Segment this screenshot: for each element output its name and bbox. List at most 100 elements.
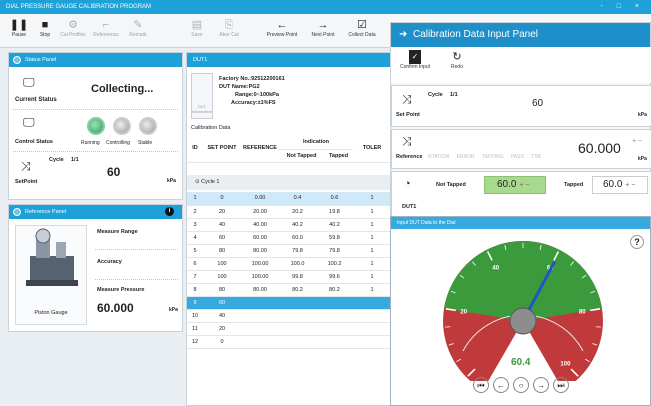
reference-panel-title: Reference Panel (25, 209, 66, 215)
save-label: Save (191, 32, 203, 38)
stop-label: Stop (39, 32, 51, 38)
accuracy-label: Accuracy (97, 259, 122, 265)
gauge-icon: ◔ (404, 178, 411, 190)
gauge-tick-label: 20 (460, 310, 467, 316)
table-row[interactable]: 11 20 (187, 322, 391, 336)
factory-no: Factory No.:92512200161 (219, 76, 285, 82)
first-point-button[interactable]: ⏮ (473, 377, 489, 393)
redo-label: Redo (451, 64, 463, 70)
remark-label: Remark (129, 32, 147, 38)
table-row[interactable]: 12 0 (187, 335, 391, 349)
table-cell (316, 322, 353, 336)
panel-icon (13, 56, 21, 64)
set-point-unit: kPa (638, 112, 647, 118)
setpoint-unit: kPa (167, 178, 176, 184)
table-row[interactable]: 5 80 80.00 79.8 79.8 1 (187, 244, 391, 258)
last-point-button[interactable]: ⏭ (553, 377, 569, 393)
measure-pressure-value: 60.000 (97, 301, 134, 315)
references-button[interactable]: ⌐ References (90, 18, 122, 38)
table-row[interactable]: 1 0 0.00 0.4 0.6 1 (187, 192, 391, 206)
table-cell: 40.2 (279, 218, 316, 232)
next-point-nav-button[interactable]: → (533, 377, 549, 393)
info-icon[interactable]: i (165, 207, 174, 216)
window-controls[interactable]: - □ × (600, 0, 645, 14)
ghost-header: TSB (531, 154, 541, 160)
reference-device-card[interactable]: Piston Gauge (15, 225, 87, 325)
gauge-tick-label: 40 (492, 266, 499, 272)
save-button[interactable]: ▤ Save (186, 18, 208, 38)
arrow-left-icon: ← (276, 19, 288, 31)
table-cell: 60 (203, 231, 241, 245)
arrow-right-icon: → (317, 19, 329, 31)
table-cell (353, 335, 391, 349)
stop-button[interactable]: ■ Stop (34, 18, 56, 38)
pause-button[interactable]: ❚❚ Pause (8, 18, 30, 38)
table-row[interactable]: 7 100 100.00 99.8 99.6 1 (187, 270, 391, 284)
abort-cal-button[interactable]: ⎘ Abor Cal (214, 18, 244, 38)
col-tolerance: TOLER (353, 135, 391, 163)
collapse-icon[interactable]: ⊙ (195, 179, 200, 185)
table-cell: 80.00 (241, 244, 279, 258)
table-row[interactable]: 4 60 60.00 60.0 59.8 1 (187, 231, 391, 245)
remark-button[interactable]: ✎ Remark (124, 18, 152, 38)
device-name: Piston Gauge (34, 310, 68, 316)
dut-range: Range:0~100kPa (235, 92, 279, 98)
dut-accuracy: Accuracy:±1%FS (231, 100, 276, 106)
cycle-value: 1/1 (450, 92, 458, 98)
cal-profiles-button[interactable]: ⚙ Cal Profiles (58, 18, 88, 38)
cal-profiles-label: Cal Profiles (60, 32, 86, 38)
redo-button[interactable]: ↻ Redo (447, 50, 467, 70)
tapped-input[interactable]: 60.0 + − (592, 176, 648, 194)
col-indication: Indication (279, 135, 353, 150)
table-cell: 80 (203, 244, 241, 258)
table-cell: 40.00 (241, 218, 279, 232)
table-cell: 100.00 (241, 270, 279, 284)
table-row[interactable]: 6 100 100.00 100.0 100.2 1 (187, 257, 391, 271)
table-row[interactable]: 3 40 40.00 40.2 40.2 1 (187, 218, 391, 232)
preview-point-label: Preview Point (266, 32, 298, 38)
window-title: DIAL PRESSURE GAUGE CALIBRATION PROGRAM (6, 4, 152, 10)
abort-icon: ⎘ (224, 19, 234, 31)
cycle-group-header[interactable]: ⊙ Cycle 1 (187, 175, 391, 190)
table-cell: 3 (187, 218, 203, 232)
gauge-popup-title: Input DUT Data to the Dial (397, 220, 456, 226)
control-status-label: Control Status (15, 139, 53, 145)
home-button[interactable]: ○ (513, 377, 529, 393)
table-row[interactable]: 10 40 (187, 309, 391, 323)
gauge-zone-under (443, 321, 523, 381)
table-cell (279, 322, 316, 336)
dut-info-thumbnail[interactable]: DUT Information (191, 73, 213, 119)
previous-point-button[interactable]: ← (493, 377, 509, 393)
help-button[interactable]: ? (630, 235, 644, 249)
stop-icon: ■ (41, 19, 49, 31)
table-row[interactable]: 9 60 (187, 296, 391, 310)
pause-label: Pause (11, 32, 27, 38)
shuffle-icon: ⤨ (402, 92, 412, 106)
reference-value: 60.000 (578, 140, 621, 156)
table-cell: 100.0 (279, 257, 316, 271)
table-row[interactable]: 8 80 80.00 80.2 80.2 1 (187, 283, 391, 297)
table-row[interactable]: 2 20 20.00 20.2 19.8 1 (187, 205, 391, 219)
dut-row: ◔ DUT1 Not Tapped 60.0 + − Tapped 60.0 +… (391, 171, 651, 217)
next-point-label: Next Point (311, 32, 335, 38)
tapped-stepper[interactable]: + − (625, 182, 635, 189)
table-cell: 100.00 (241, 257, 279, 271)
collect-data-button[interactable]: ☑ Collect Data (342, 18, 382, 38)
confirm-input-button[interactable]: ✓ Confirm Input (397, 50, 433, 70)
preview-point-button[interactable]: ← Preview Point (262, 18, 302, 38)
reference-label: Reference (396, 154, 423, 160)
col-set-point: SET POINT (203, 135, 241, 163)
not-tapped-input[interactable]: 60.0 + − (484, 176, 546, 194)
status-panel-title: Status Panel (25, 57, 57, 63)
gauge-reading: 60.4 (511, 357, 531, 368)
calibration-table: ID SET POINT REFERENCE Indication TOLER … (187, 135, 391, 163)
pause-icon: ❚❚ (9, 19, 29, 31)
not-tapped-stepper[interactable]: + − (519, 182, 529, 189)
table-cell: 11 (187, 322, 203, 336)
setpoint-row: ⤨ Cycle 1/1 Set Point 60 kPa (391, 85, 651, 127)
reference-stepper[interactable]: + − (632, 138, 642, 145)
table-cell (279, 335, 316, 349)
next-point-button[interactable]: → Next Point (306, 18, 340, 38)
collect-data-icon: ☑ (357, 19, 367, 31)
confirm-icon: ✓ (409, 50, 421, 64)
